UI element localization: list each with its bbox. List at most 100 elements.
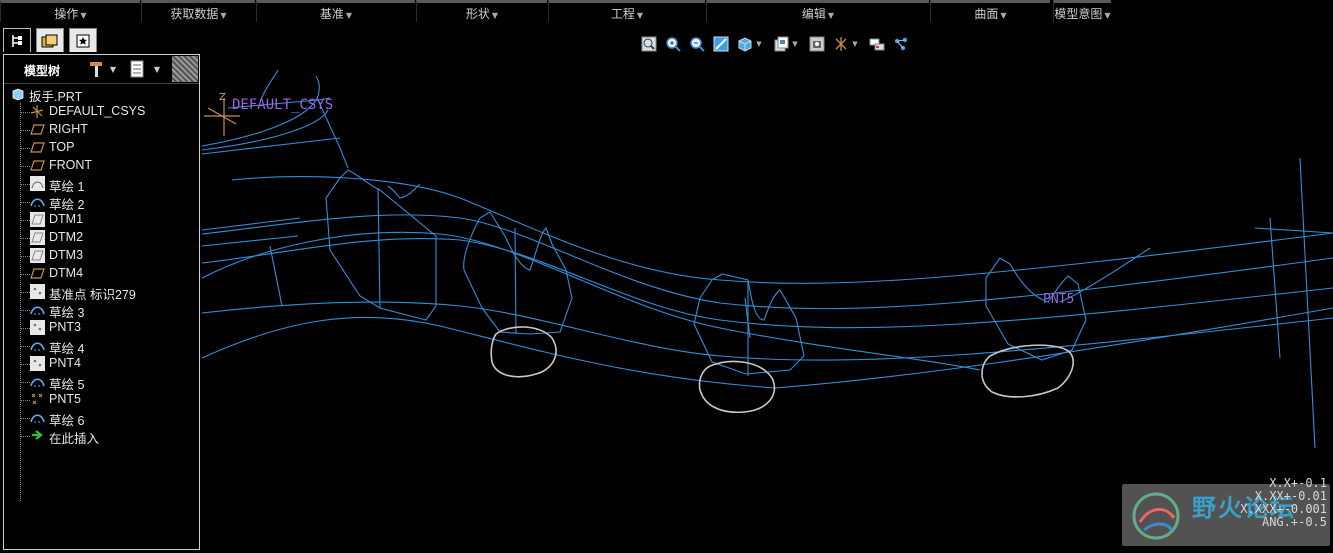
tree-connector — [21, 436, 30, 437]
spin-center-icon[interactable] — [868, 35, 886, 53]
graphics-window[interactable]: Z DEFAULT_CSYS PNT5 — [200, 58, 1333, 550]
ribbon-group-datum[interactable]: 基准 ▼ — [256, 0, 415, 22]
chevron-down-icon[interactable]: ▼ — [790, 35, 800, 53]
tree-item-root-part[interactable]: 扳手.PRT — [4, 85, 196, 104]
tree-item-dtm3[interactable]: DTM3 — [4, 247, 196, 265]
tree-connector — [21, 166, 30, 167]
tolerance-note: X.X+-0.1 X.XX+-0.01 X.XXX+-0.001 ANG.+-0… — [1197, 477, 1327, 529]
view-manager-icon[interactable] — [808, 35, 826, 53]
datum-point-icon — [30, 320, 45, 335]
tree-connector — [21, 112, 30, 113]
zoom-out-icon[interactable] — [688, 35, 706, 53]
model-tree-panel: 模型树 ▼ ▼ 扳手.PRT DEFAULT_CSYS RIGHT TOP FR… — [3, 54, 200, 550]
tree-connector — [21, 310, 30, 311]
tree-item-label: DTM1 — [49, 212, 84, 226]
forum-logo-icon — [1132, 492, 1180, 540]
chevron-down-icon[interactable]: ▼ — [850, 35, 860, 53]
datum-point-icon — [30, 392, 45, 407]
tree-item-dtm4[interactable]: DTM4 — [4, 265, 196, 283]
tree-item-sketch-3[interactable]: 草绘 3 — [4, 301, 196, 320]
tree-connector — [21, 418, 30, 419]
datum-plane-icon — [30, 248, 45, 263]
chevron-down-icon: ▼ — [345, 11, 353, 20]
datum-plane-icon — [30, 122, 45, 137]
tree-item-datum-point-279[interactable]: 基准点 标识279 — [4, 283, 196, 302]
sketch-icon — [30, 194, 45, 209]
tree-connector — [21, 130, 30, 131]
grid-icon[interactable] — [172, 56, 198, 82]
chevron-down-icon[interactable]: ▼ — [152, 60, 162, 78]
part-icon — [10, 86, 25, 101]
ribbon-group-surfaces[interactable]: 曲面 ▼ — [930, 0, 1050, 22]
tree-connector — [21, 238, 30, 239]
tree-item-label: DTM3 — [49, 248, 84, 262]
tree-item-dtm2[interactable]: DTM2 — [4, 229, 196, 247]
chevron-down-icon[interactable]: ▼ — [108, 60, 118, 78]
tree-connector — [21, 382, 30, 383]
datum-plane-icon — [30, 266, 45, 281]
tree-item-label: DEFAULT_CSYS — [49, 104, 146, 118]
navigator-tabs — [3, 28, 203, 54]
model-geometry[interactable]: Z DEFAULT_CSYS PNT5 — [200, 58, 1333, 550]
chevron-down-icon: ▼ — [1104, 11, 1111, 20]
tree-connector — [21, 220, 30, 221]
chevron-down-icon: ▼ — [80, 11, 87, 20]
datum-plane-icon — [30, 140, 45, 155]
annotation-display-icon[interactable] — [892, 35, 910, 53]
ribbon-group-label: 模型意图 — [1054, 7, 1103, 21]
tree-item-sketch-1[interactable]: 草绘 1 — [4, 175, 196, 194]
ribbon-group-shapes[interactable]: 形状 ▼ — [416, 0, 547, 22]
tree-item-label: PNT3 — [49, 320, 81, 334]
ribbon-group-operations[interactable]: 操作 ▼ — [0, 0, 140, 22]
repaint-icon[interactable] — [712, 35, 730, 53]
display-style-icon[interactable] — [736, 35, 754, 53]
tree-item-label: TOP — [49, 140, 75, 154]
csys-icon — [30, 104, 45, 119]
datum-display-icon[interactable] — [832, 35, 850, 53]
tree-item-sketch-4[interactable]: 草绘 4 — [4, 337, 196, 356]
datum-point-label: PNT5 — [1043, 292, 1074, 307]
tree-connector — [21, 184, 30, 185]
tree-item-label: FRONT — [49, 158, 93, 172]
tree-connector — [21, 292, 30, 293]
folder-browser-tab[interactable] — [36, 28, 64, 52]
favorites-tab[interactable] — [69, 28, 97, 52]
sketch-icon — [30, 302, 45, 317]
zoom-in-icon[interactable] — [664, 35, 682, 53]
datum-point-icon — [30, 284, 45, 299]
refit-icon[interactable] — [640, 35, 658, 53]
tree-item-pnt5[interactable]: PNT5 — [4, 391, 196, 409]
tree-item-sketch-2[interactable]: 草绘 2 — [4, 193, 196, 212]
tree-item-default-csys[interactable]: DEFAULT_CSYS — [4, 103, 196, 121]
model-tree-toolbar: 模型树 ▼ ▼ — [4, 55, 199, 84]
chevron-down-icon[interactable]: ▼ — [754, 35, 764, 53]
tree-item-front[interactable]: FRONT — [4, 157, 196, 175]
tree-connector — [21, 346, 30, 347]
tree-item-sketch-5[interactable]: 草绘 5 — [4, 373, 196, 392]
show-icon[interactable] — [128, 60, 146, 78]
tree-item-label: PNT5 — [49, 392, 81, 406]
tree-item-label: RIGHT — [49, 122, 88, 136]
chevron-down-icon: ▼ — [491, 11, 499, 20]
chevron-down-icon: ▼ — [827, 11, 835, 20]
saved-views-icon[interactable] — [772, 35, 790, 53]
tree-item-pnt4[interactable]: PNT4 — [4, 355, 196, 373]
ribbon-group-label: 形状 — [465, 7, 490, 21]
datum-plane-icon — [30, 158, 45, 173]
tree-item-pnt3[interactable]: PNT3 — [4, 319, 196, 337]
datum-curves[interactable] — [201, 69, 1333, 449]
chevron-down-icon: ▼ — [636, 11, 644, 20]
ribbon-group-engineering[interactable]: 工程 ▼ — [548, 0, 705, 22]
ribbon-group-get-data[interactable]: 获取数据 ▼ — [141, 0, 255, 22]
tree-item-right[interactable]: RIGHT — [4, 121, 196, 139]
datum-plane-icon — [30, 212, 45, 227]
tree-item-dtm1[interactable]: DTM1 — [4, 211, 196, 229]
model-tree-tab[interactable] — [3, 28, 31, 52]
tree-item-sketch-6[interactable]: 草绘 6 — [4, 409, 196, 428]
tree-item-top[interactable]: TOP — [4, 139, 196, 157]
ribbon-group-model-intent[interactable]: 模型意图 ▼ — [1053, 0, 1111, 22]
settings-icon[interactable] — [86, 60, 106, 78]
tree-item-insert-here[interactable]: 在此插入 — [4, 427, 196, 446]
ribbon-group-editing[interactable]: 编辑 ▼ — [706, 0, 929, 22]
sketch-icon — [30, 338, 45, 353]
